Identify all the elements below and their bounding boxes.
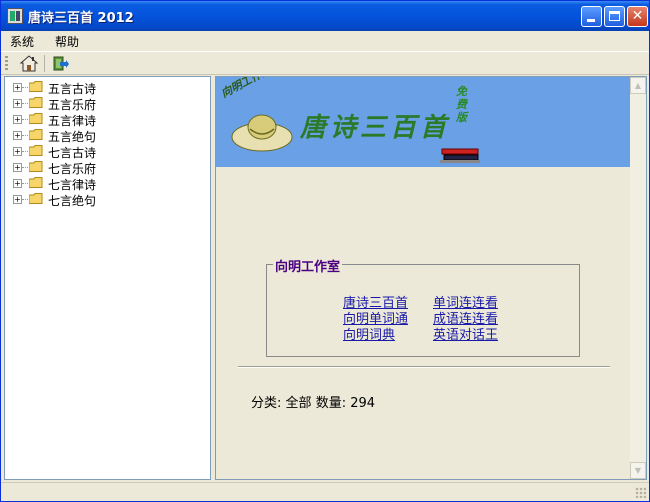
menu-bar: 系统 帮助 (1, 31, 649, 50)
expand-icon[interactable]: + (13, 163, 22, 172)
vertical-scrollbar[interactable]: ▲ ▼ (630, 77, 646, 479)
expand-icon[interactable]: + (13, 131, 22, 140)
maximize-button[interactable] (604, 6, 625, 27)
toolbar (1, 51, 649, 75)
toolbar-grip[interactable] (5, 56, 8, 71)
tree-item[interactable]: + 五言乐府 (5, 95, 210, 112)
home-icon[interactable] (19, 54, 39, 73)
folder-icon (28, 129, 43, 140)
expand-icon[interactable]: + (13, 195, 22, 204)
tree-connector (22, 151, 28, 152)
folder-icon (28, 145, 43, 156)
title-bar[interactable]: 唐诗三百首 2012 ✕ (1, 1, 649, 31)
tree-item[interactable]: + 七言律诗 (5, 175, 210, 192)
folder-icon (28, 113, 43, 124)
resize-grip-icon[interactable] (635, 487, 646, 498)
folder-icon (28, 81, 43, 92)
hat-logo-icon (231, 114, 293, 152)
expand-icon[interactable]: + (13, 115, 22, 124)
app-icon[interactable] (7, 8, 23, 24)
count-value: 294 (350, 396, 376, 411)
count-label: 数量: (315, 396, 347, 411)
toolbar-separator (44, 55, 45, 72)
content-pane: 向明工作室 唐诗三百首 免费版 ▲ ▼ 向明工作室 唐诗三百首 单词连连看 向明… (215, 76, 647, 480)
expand-icon[interactable]: + (13, 99, 22, 108)
close-button[interactable]: ✕ (627, 6, 648, 27)
category-label: 分类: (251, 396, 282, 411)
tree-connector (22, 135, 28, 136)
link-english-dialog[interactable]: 英语对话王 (433, 324, 498, 343)
menu-help[interactable]: 帮助 (55, 33, 79, 50)
folder-icon (28, 161, 43, 172)
tree-item[interactable]: + 七言绝句 (5, 191, 210, 208)
tree-connector (22, 87, 28, 88)
window-title: 唐诗三百首 2012 (28, 11, 134, 26)
expand-icon[interactable]: + (13, 147, 22, 156)
minimize-button[interactable] (581, 6, 602, 27)
divider (238, 366, 610, 368)
folder-icon (28, 193, 43, 204)
tree-item[interactable]: + 七言乐府 (5, 159, 210, 176)
expand-icon[interactable]: + (13, 179, 22, 188)
tree-connector (22, 199, 28, 200)
close-icon: ✕ (631, 8, 644, 24)
exit-icon[interactable] (50, 54, 70, 73)
scroll-down-button[interactable]: ▼ (630, 462, 646, 479)
app-window: 唐诗三百首 2012 ✕ 系统 帮助 + 五言古诗 + 五言乐府 + 五言律诗 + 五言绝句 +… (0, 0, 650, 502)
category-value: 全部 (285, 396, 312, 411)
category-tree[interactable]: + 五言古诗 + 五言乐府 + 五言律诗 + 五言绝句 + 七言古诗 + 七言乐府 + 七言律诗 + 七言绝句 (4, 76, 211, 480)
tree-connector (22, 103, 28, 104)
tree-connector (22, 119, 28, 120)
banner-title: 唐诗三百首 (300, 113, 451, 143)
tree-item[interactable]: + 五言绝句 (5, 127, 210, 144)
tree-item-label: 七言绝句 (48, 194, 97, 208)
link-dictionary[interactable]: 向明词典 (343, 324, 395, 343)
expand-icon[interactable]: + (13, 83, 22, 92)
tree-item[interactable]: + 五言律诗 (5, 111, 210, 128)
scroll-up-button[interactable]: ▲ (630, 77, 646, 94)
maximize-icon (609, 11, 620, 21)
minimize-icon (587, 19, 595, 22)
folder-icon (28, 97, 43, 108)
menu-system[interactable]: 系统 (10, 33, 34, 50)
folder-icon (28, 177, 43, 188)
links-group: 向明工作室 唐诗三百首 单词连连看 向明单词通 成语连连看 向明词典 英语对话王 (266, 256, 580, 357)
tree-item[interactable]: + 七言古诗 (5, 143, 210, 160)
banner-badge: 免费版 (456, 85, 467, 124)
status-bar (1, 482, 649, 501)
tree-item[interactable]: + 五言古诗 (5, 79, 210, 96)
tree-connector (22, 167, 28, 168)
category-summary: 分类: 全部 数量: 294 (251, 392, 375, 411)
links-group-legend: 向明工作室 (273, 256, 343, 275)
banner: 向明工作室 唐诗三百首 免费版 (216, 77, 630, 167)
books-icon (440, 148, 480, 163)
tree-connector (22, 183, 28, 184)
